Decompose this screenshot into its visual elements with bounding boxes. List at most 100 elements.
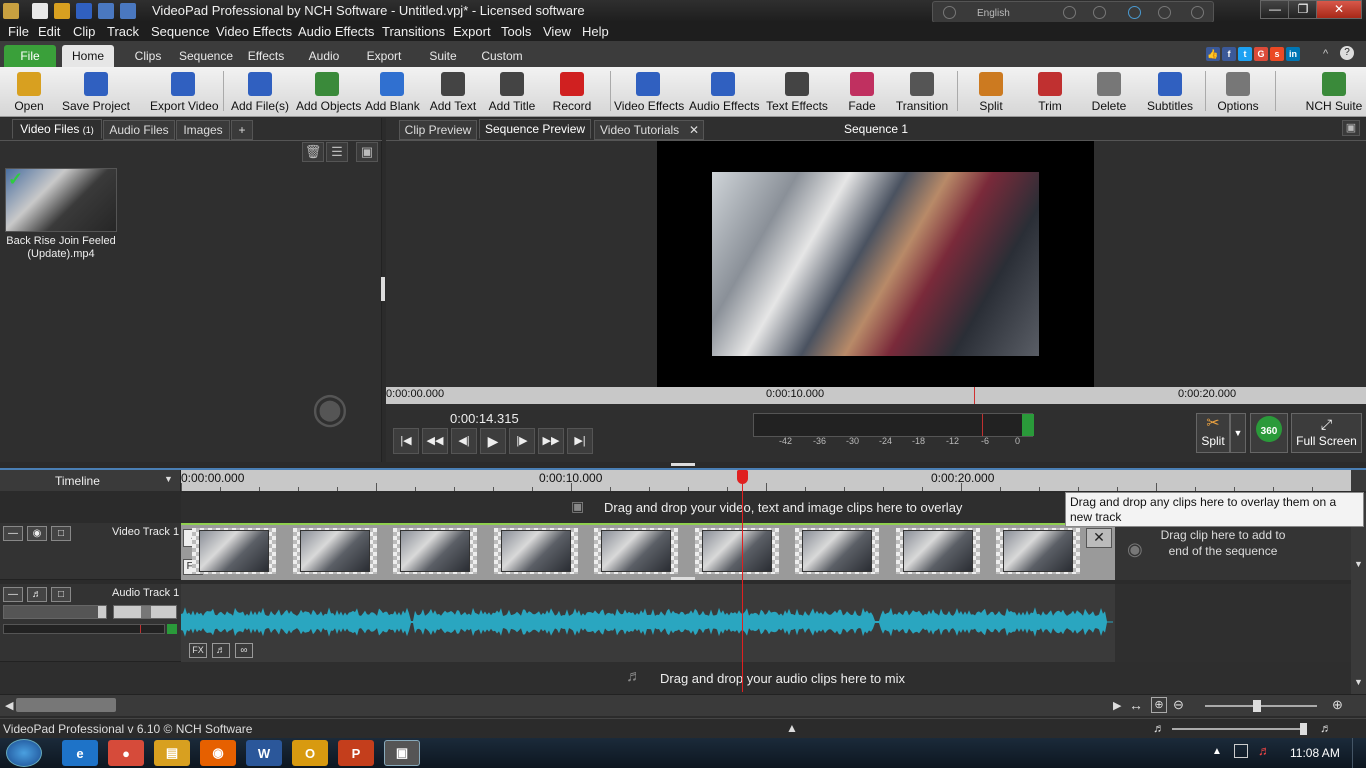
timeline-playhead[interactable] — [742, 470, 743, 692]
timeline-splitter[interactable] — [671, 463, 695, 466]
menu-tools[interactable]: Tools — [501, 24, 531, 39]
record-button[interactable]: Record — [549, 69, 595, 115]
media-filename[interactable]: Back Rise Join Feeled (Update).mp4 — [2, 235, 120, 261]
trash-icon[interactable]: 🗑 — [302, 142, 324, 162]
add-objects-button[interactable]: Add Objects — [296, 69, 361, 115]
undo-icon[interactable] — [98, 3, 114, 19]
tray-expand-icon[interactable]: ▲ — [1212, 746, 1222, 757]
language-bar[interactable]: English — [932, 1, 1214, 23]
network-icon[interactable] — [1234, 744, 1248, 758]
add-title-button[interactable]: Add Title — [487, 69, 537, 115]
tab-add[interactable]: + — [231, 120, 253, 140]
subtitles-button[interactable]: Subtitles — [1145, 69, 1195, 115]
add-blank-button[interactable]: Add Blank — [365, 69, 420, 115]
master-volume-thumb[interactable] — [1300, 723, 1307, 735]
lock-icon[interactable]: □ — [51, 526, 71, 541]
audio-clip[interactable]: FX ♬ ∞ — [181, 584, 1115, 662]
show-desktop-button[interactable] — [1352, 738, 1366, 768]
fade-button[interactable]: Fade — [842, 69, 882, 115]
volume-slider[interactable] — [3, 605, 107, 619]
clock[interactable]: 11:08 AM — [1290, 746, 1340, 760]
speaker-icon[interactable]: ♬ — [27, 587, 47, 602]
trim-button[interactable]: Trim — [1030, 69, 1070, 115]
maximize-button[interactable]: ❐ — [1288, 0, 1318, 19]
linkedin-icon[interactable]: in — [1286, 47, 1300, 61]
scroll-left-icon[interactable]: ◀ — [5, 699, 13, 712]
collapse-track-icon[interactable]: — — [3, 526, 23, 541]
zoom-in-icon[interactable]: ⊕ — [1332, 697, 1343, 713]
ribbon-collapse-icon[interactable]: ^ — [1323, 48, 1328, 60]
video-canvas[interactable] — [657, 141, 1094, 387]
link-icon[interactable]: ∞ — [235, 643, 253, 658]
like-icon[interactable]: 👍 — [1206, 47, 1220, 61]
taskbar-powerpoint-icon[interactable]: P — [338, 740, 374, 766]
undock-icon[interactable]: ▣ — [356, 142, 378, 162]
tab-sequence[interactable]: Sequence — [174, 45, 238, 67]
menu-edit[interactable]: Edit — [38, 24, 60, 39]
zoom-out-icon[interactable]: ⊖ — [1173, 697, 1184, 713]
settings-icon[interactable] — [1093, 6, 1106, 19]
lock-icon[interactable]: □ — [51, 587, 71, 602]
buy-icon[interactable] — [1063, 6, 1076, 19]
taskbar-chrome-icon[interactable]: ● — [108, 740, 144, 766]
mute-icon[interactable]: ♬ — [1258, 743, 1271, 758]
split-button[interactable]: Split — [973, 69, 1009, 115]
transition-icon[interactable]: ✕ — [1086, 528, 1112, 548]
help-icon[interactable] — [1158, 6, 1171, 19]
zoom-slider-thumb[interactable] — [1253, 700, 1261, 712]
step-forward-button[interactable]: |▶ — [509, 428, 535, 454]
eye-icon[interactable]: ◉ — [27, 526, 47, 541]
menu-help[interactable]: Help — [582, 24, 609, 39]
playhead-handle[interactable] — [737, 470, 748, 484]
menu-audio-effects[interactable]: Audio Effects — [298, 24, 374, 39]
close-tab-icon[interactable]: ✕ — [689, 121, 699, 140]
open-button[interactable]: Open — [6, 69, 52, 115]
tab-images[interactable]: Images — [176, 120, 230, 140]
text-effects-button[interactable]: Text Effects — [764, 69, 830, 115]
tab-suite[interactable]: Suite — [420, 45, 466, 67]
track-splitter[interactable] — [671, 577, 695, 580]
google-icon[interactable]: G — [1254, 47, 1268, 61]
split-dropdown[interactable]: ▼ — [1230, 413, 1246, 453]
tab-home[interactable]: Home — [62, 45, 114, 67]
timeline-dropdown[interactable]: Timeline ▼ — [0, 470, 181, 491]
add-file-s-button[interactable]: Add File(s) — [230, 69, 290, 115]
transition-button[interactable]: Transition — [893, 69, 951, 115]
minimize-button[interactable]: — — [1260, 0, 1290, 19]
help-button[interactable]: ? — [1340, 46, 1354, 60]
taskbar-videopad-icon[interactable]: ▣ — [384, 740, 420, 766]
media-thumbnail[interactable]: ✓ — [5, 168, 117, 232]
zoom-fit-icon[interactable]: ⊕ — [1151, 697, 1167, 713]
preview-ruler[interactable]: 0:00:00.000 0:00:10.000 0:00:20.000 — [386, 387, 1366, 404]
tab-clip-preview[interactable]: Clip Preview — [399, 120, 477, 140]
taskbar-word-icon[interactable]: W — [246, 740, 282, 766]
ie-icon[interactable] — [1128, 6, 1141, 19]
menu-transitions[interactable]: Transitions — [382, 24, 445, 39]
tab-sequence-preview[interactable]: Sequence Preview — [479, 119, 591, 139]
menu-view[interactable]: View — [543, 24, 571, 39]
menu-track[interactable]: Track — [107, 24, 139, 39]
redo-icon[interactable] — [120, 3, 136, 19]
tab-clips[interactable]: Clips — [126, 45, 170, 67]
tab-audio[interactable]: Audio — [302, 45, 346, 67]
tab-export[interactable]: Export — [355, 45, 413, 67]
taskbar-internet-explorer-icon[interactable]: e — [62, 740, 98, 766]
add-text-button[interactable]: Add Text — [426, 69, 480, 115]
audio-volume-icon[interactable]: ♬ — [212, 643, 230, 658]
prev-clip-button[interactable]: ◀◀ — [422, 428, 448, 454]
tab-video-tutorials[interactable]: Video Tutorials ✕ — [594, 120, 704, 140]
panel-splitter[interactable] — [381, 277, 385, 301]
tab-video-files[interactable]: Video Files (1) — [12, 119, 102, 139]
menu-video-effects[interactable]: Video Effects — [216, 24, 292, 39]
undock-preview-icon[interactable]: ▣ — [1342, 120, 1360, 136]
step-back-button[interactable]: ◀| — [451, 428, 477, 454]
scroll-down-icon[interactable]: ▼ — [1354, 677, 1363, 687]
expand-panel-icon[interactable]: ▲ — [786, 721, 798, 735]
open-folder-icon[interactable] — [54, 3, 70, 19]
scroll-down-icon[interactable]: ▼ — [1354, 559, 1363, 569]
menu-clip[interactable]: Clip — [73, 24, 95, 39]
next-clip-button[interactable]: ▶▶ — [538, 428, 564, 454]
timeline-ruler[interactable]: 0:00:00.000 0:00:10.000 0:00:20.000 — [181, 470, 1351, 491]
pan-slider[interactable] — [113, 605, 177, 619]
facebook-icon[interactable]: f — [1222, 47, 1236, 61]
